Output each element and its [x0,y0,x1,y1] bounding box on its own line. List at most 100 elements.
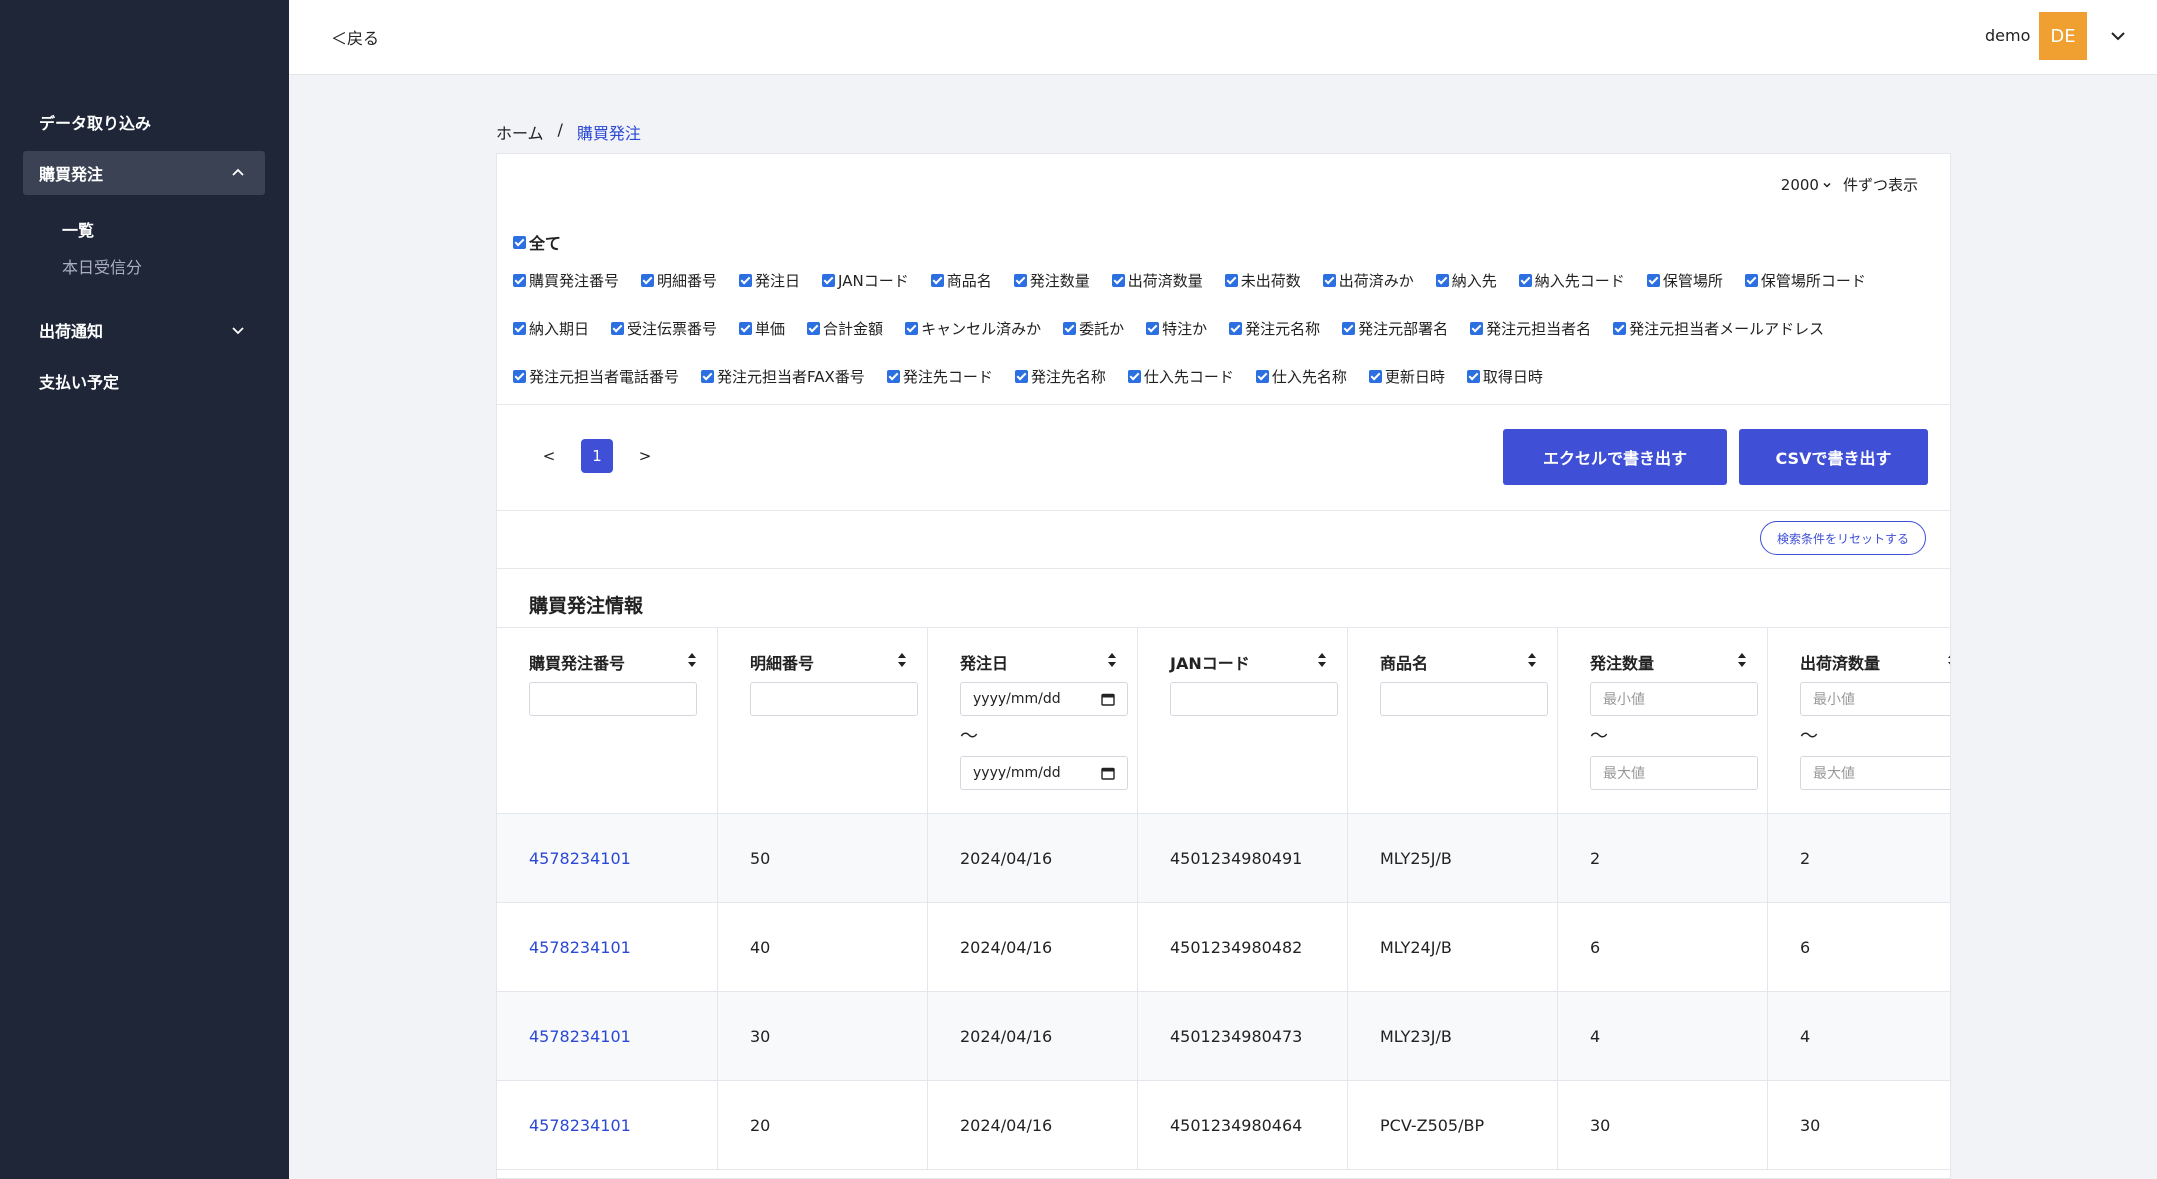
breadcrumb: ホーム / 購買発注 [496,120,641,144]
column-checkbox[interactable]: 出荷済数量 [1111,270,1203,291]
order-quantity-min-input[interactable]: 最小値 [1590,682,1758,716]
column-checkbox[interactable]: キャンセル済みか [905,318,1041,339]
checkbox-checked-icon [905,322,919,335]
checkbox-checked-icon [611,322,625,335]
avatar[interactable]: DE [2039,12,2087,60]
excel-export-button[interactable]: エクセルで書き出す [1503,429,1727,485]
shipped-quantity-max-input[interactable]: 最大値 [1800,756,1950,790]
po-number-link[interactable]: 4578234101 [497,814,718,902]
column-checkbox[interactable]: 仕入先コード [1127,366,1234,387]
checkbox-all[interactable]: 全て [513,230,561,254]
calendar-icon[interactable] [1101,692,1115,706]
sidebar-item-data-import[interactable]: データ取り込み [23,100,265,144]
column-checkbox[interactable]: 仕入先名称 [1255,366,1347,387]
column-checkbox[interactable]: 商品名 [930,270,992,291]
back-link[interactable]: ＜戻る [331,25,379,49]
column-checkbox[interactable]: 更新日時 [1368,366,1445,387]
sidebar-subitem-today[interactable]: 本日受信分 [62,254,142,278]
breadcrumb-home[interactable]: ホーム [496,120,544,144]
sort-icon[interactable] [1107,652,1117,668]
column-checkbox[interactable]: 出荷済みか [1322,270,1414,291]
sort-icon[interactable] [1527,652,1537,668]
column-checkbox[interactable]: 発注先名称 [1014,366,1106,387]
order-date-to-input[interactable]: yyyy/mm/dd [960,756,1128,790]
column-checkbox[interactable]: 納入期日 [513,318,589,339]
column-checkbox[interactable]: 発注数量 [1013,270,1090,291]
column-checkbox[interactable]: 発注元名称 [1229,318,1320,339]
pagination-next[interactable]: > [629,439,661,473]
table-cell: 2024/04/16 [928,814,1138,902]
sidebar-item-purchase-orders[interactable]: 購買発注 [23,151,265,195]
checkbox-label: 仕入先コード [1143,368,1234,386]
checkbox-checked-icon [886,370,900,383]
column-checkbox[interactable]: 保管場所 [1646,270,1723,291]
column-checkbox[interactable]: 保管場所コード [1744,270,1866,291]
sidebar-item-label: 購買発注 [39,165,104,184]
jan-code-filter-input[interactable] [1170,682,1338,716]
po-number-filter-input[interactable] [529,682,697,716]
sort-icon[interactable] [1737,652,1747,668]
checkbox-label: 未出荷数 [1240,272,1301,290]
csv-export-button[interactable]: CSVで書き出す [1739,429,1928,485]
table-cell: 2 [1768,814,1950,902]
checkbox-checked-icon [1744,274,1758,287]
column-checkbox[interactable]: 発注元部署名 [1342,318,1448,339]
sidebar-subitem-list[interactable]: 一覧 [62,217,94,241]
column-checkbox[interactable]: 単価 [739,318,785,339]
column-checkbox[interactable]: 委託か [1063,318,1124,339]
order-date-from-input[interactable]: yyyy/mm/dd [960,682,1128,716]
column-checkbox[interactable]: 特注か [1146,318,1207,339]
po-number-link[interactable]: 4578234101 [497,903,718,991]
checkbox-label: 全て [529,234,562,253]
po-number-link[interactable]: 4578234101 [497,992,718,1080]
sort-icon[interactable] [897,652,907,668]
column-checkbox[interactable]: 納入先コード [1518,270,1625,291]
reset-filters-button[interactable]: 検索条件をリセットする [1759,521,1926,555]
table-cell: 6 [1768,903,1950,991]
chevron-down-icon[interactable] [2107,25,2129,47]
po-number-link[interactable]: 4578234101 [497,1081,718,1169]
column-checkbox[interactable]: 発注日 [739,270,800,291]
checkbox-checked-icon [1013,274,1027,287]
checkbox-label: 商品名 [946,272,992,290]
checkbox-label: 単価 [755,320,786,338]
checkbox-label: 発注元部署名 [1358,320,1449,338]
column-checkbox[interactable]: JANコード [822,270,909,291]
column-checkbox[interactable]: 購買発注番号 [513,270,619,291]
pagination-current-page[interactable]: 1 [581,439,613,473]
checkbox-label: 発注先コード [902,368,993,386]
shipped-quantity-min-input[interactable]: 最小値 [1800,682,1950,716]
per-page-select[interactable]: 2000 [1781,176,1833,194]
date-placeholder: yyyy/mm/dd [973,765,1061,781]
product-name-filter-input[interactable] [1380,682,1548,716]
table-cell: 40 [718,903,928,991]
order-quantity-max-input[interactable]: 最大値 [1590,756,1758,790]
sort-icon[interactable] [1947,652,1951,668]
column-checkbox[interactable]: 取得日時 [1466,366,1543,387]
checkbox-checked-icon [1224,274,1238,287]
column-checkbox[interactable]: 納入先 [1435,270,1497,291]
checkbox-checked-icon [1646,274,1660,287]
breadcrumb-current: 購買発注 [576,124,641,143]
column-checkbox[interactable]: 発注先コード [886,366,993,387]
pagination-prev[interactable]: < [533,439,565,473]
calendar-icon[interactable] [1101,766,1115,780]
column-checkbox[interactable]: 発注元担当者メールアドレス [1613,318,1824,339]
table-cell: 6 [1558,903,1768,991]
sidebar-item-shipment-notice[interactable]: 出荷通知 [23,308,265,352]
sidebar-item-label: データ取り込み [39,114,152,133]
column-checkbox[interactable]: 明細番号 [641,270,717,291]
column-checkbox[interactable]: 発注元担当者電話番号 [513,366,679,387]
column-checkbox[interactable]: 発注元担当者FAX番号 [701,366,865,387]
line-number-filter-input[interactable] [750,682,918,716]
sidebar-item-payment-schedule[interactable]: 支払い予定 [23,359,265,403]
sort-icon[interactable] [687,652,697,668]
checkbox-checked-icon [1518,274,1532,287]
table-cell: 2024/04/16 [928,903,1138,991]
sort-icon[interactable] [1317,652,1327,668]
column-checkbox[interactable]: 発注元担当者名 [1470,318,1591,339]
column-checkbox[interactable]: 合計金額 [807,318,883,339]
column-checkbox[interactable]: 未出荷数 [1224,270,1301,291]
column-checkbox[interactable]: 受注伝票番号 [611,318,717,339]
column-header-jan-code: JANコード [1138,628,1348,813]
